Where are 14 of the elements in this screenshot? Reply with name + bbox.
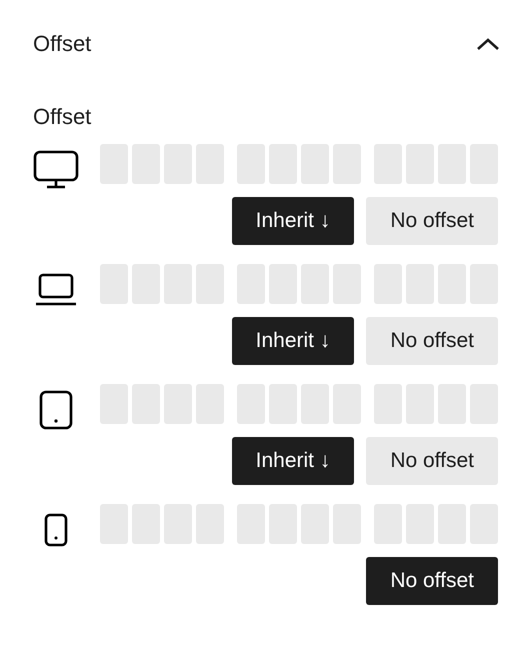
- section-label: Offset: [33, 104, 92, 131]
- offset-button[interactable]: No offset: [366, 317, 498, 365]
- offset-button[interactable]: No offset: [366, 437, 498, 485]
- offset-button[interactable]: Inherit ↓: [232, 437, 354, 485]
- laptop-icon: [34, 273, 76, 307]
- tablet-icon: [38, 390, 72, 430]
- desktop-icon: [32, 150, 78, 190]
- offset-button[interactable]: Inherit ↓: [232, 317, 354, 365]
- phone-icon: [44, 513, 68, 547]
- offset-button[interactable]: No offset: [366, 557, 498, 605]
- offset-button[interactable]: Inherit ↓: [232, 197, 354, 245]
- chevron-up-icon[interactable]: [476, 37, 500, 51]
- panel-title: Offset: [33, 31, 92, 57]
- offset-button[interactable]: No offset: [366, 197, 498, 245]
